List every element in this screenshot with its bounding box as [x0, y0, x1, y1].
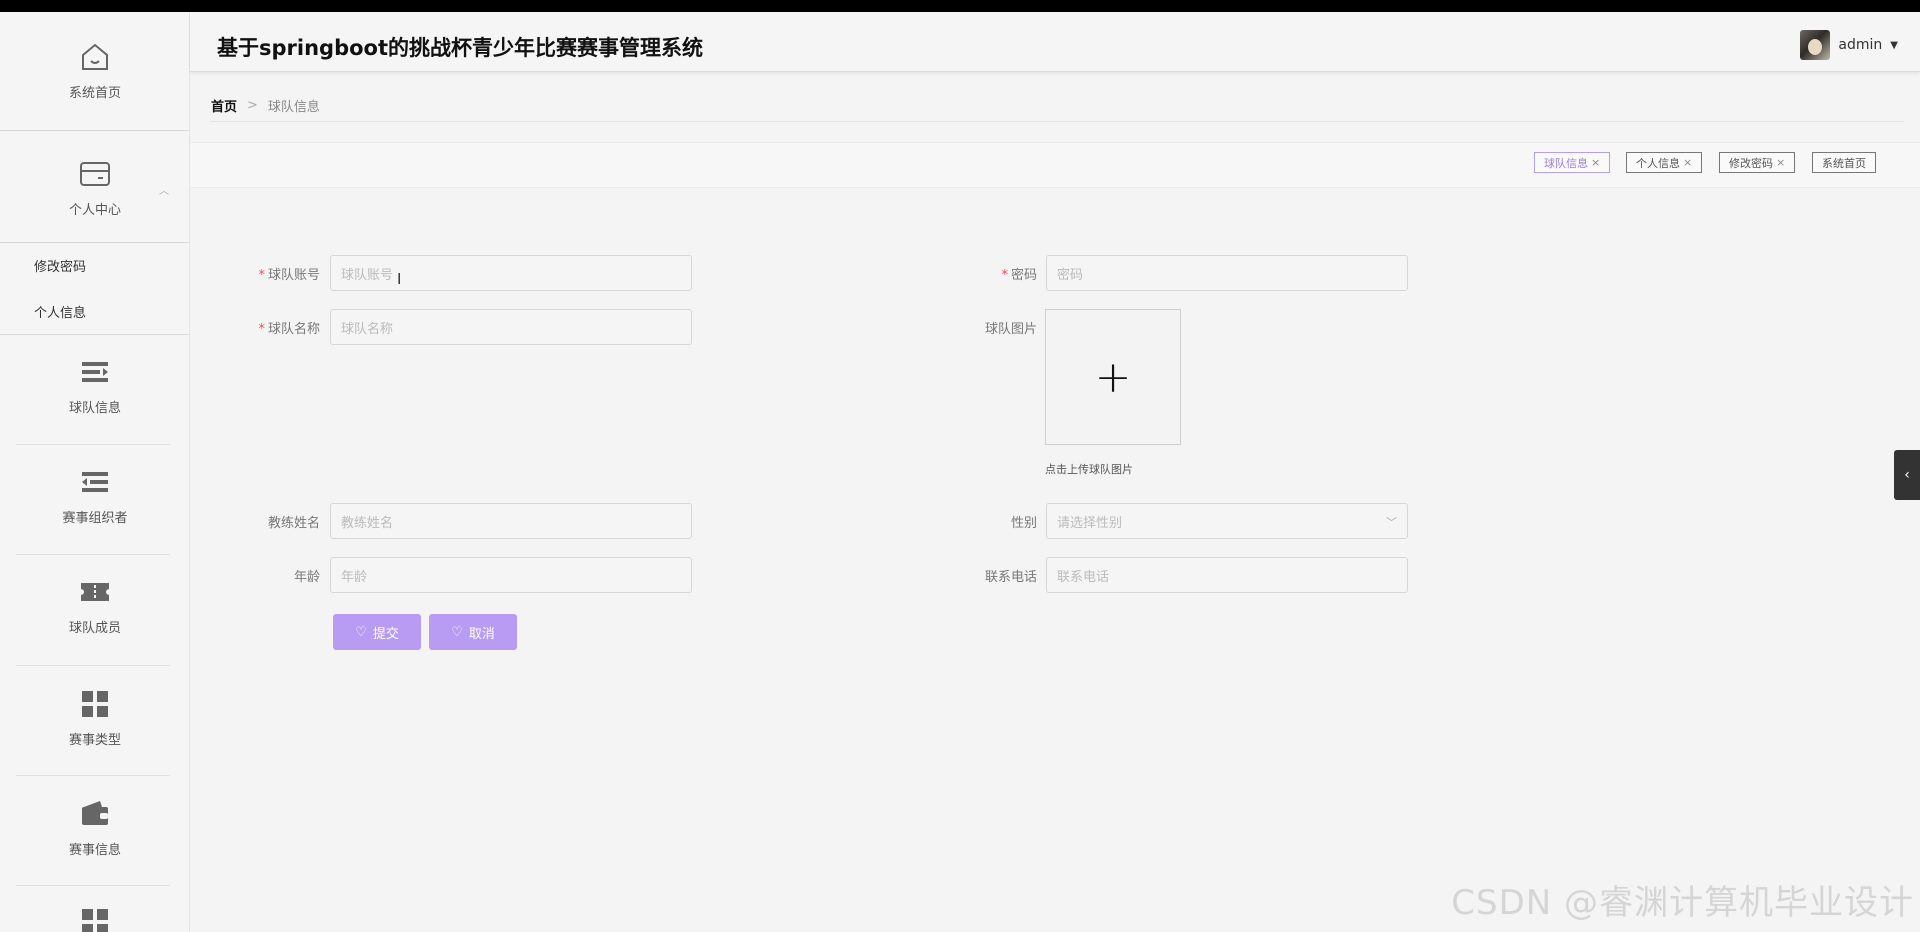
divider	[0, 130, 189, 131]
password-label: * 密码	[1001, 268, 1037, 283]
divider	[16, 444, 170, 445]
team-image-label: 球队图片	[984, 322, 1037, 337]
coach-name-label: 教练姓名	[267, 516, 320, 531]
tag-system-home[interactable]: 系统首页	[1812, 152, 1876, 173]
heart-icon: ♡	[451, 624, 463, 640]
sidebar-subitem-change-password[interactable]: 修改密码	[34, 256, 86, 275]
breadcrumb-current: 球队信息	[267, 100, 320, 115]
plus-icon: +	[1094, 351, 1132, 403]
gender-label: 性别	[1010, 516, 1037, 531]
sidebar-item-event-info[interactable]: 赛事信息	[0, 797, 189, 858]
watermark: CSDN @睿渊计算机毕业设计	[1451, 883, 1914, 923]
wallet-filled-icon	[82, 801, 108, 825]
list-outdent-icon	[82, 472, 108, 492]
divider	[16, 665, 170, 666]
username: admin	[1838, 37, 1883, 53]
upload-tip: 点击上传球队图片	[1045, 463, 1133, 476]
sidebar-item-organizer[interactable]: 赛事组织者	[0, 465, 189, 526]
sidebar-item-label: 赛事组织者	[62, 511, 128, 526]
tag-profile[interactable]: 个人信息 ×	[1626, 152, 1703, 173]
tag-change-password[interactable]: 修改密码 ×	[1719, 152, 1796, 173]
tag-label: 球队信息	[1544, 156, 1588, 170]
chevron-down-icon: ﹀	[1386, 516, 1397, 529]
sidebar-item-label: 球队信息	[68, 401, 121, 416]
sidebar-item-team-members[interactable]: 球队成员	[0, 575, 189, 636]
divider	[16, 554, 170, 555]
sidebar-item-label: 系统首页	[68, 86, 121, 101]
age-label: 年龄	[293, 570, 320, 585]
tags-bar: 球队信息 × 个人信息 × 修改密码 × 系统首页	[190, 142, 1920, 188]
breadcrumb-separator: >	[247, 98, 258, 113]
chevron-left-icon: ‹	[1904, 467, 1910, 483]
sidebar-item-team-info[interactable]: 球队信息	[0, 355, 189, 416]
caret-down-icon: ▼	[1890, 39, 1898, 51]
tag-label: 系统首页	[1822, 156, 1866, 170]
sidebar-subitem-profile[interactable]: 个人信息	[34, 302, 86, 321]
team-name-label: * 球队名称	[258, 322, 320, 337]
ticket-icon	[81, 583, 109, 601]
divider	[210, 121, 1904, 122]
heart-icon: ♡	[355, 624, 367, 640]
tag-label: 个人信息	[1636, 156, 1680, 170]
sidebar-item-label: 赛事类型	[68, 733, 121, 748]
team-name-input[interactable]: 球队名称	[330, 309, 692, 345]
team-account-label: * 球队账号	[258, 268, 320, 283]
sidebar-item-label: 赛事信息	[68, 843, 121, 858]
breadcrumb: 首页 > 球队信息	[211, 96, 320, 115]
image-upload-button[interactable]: +	[1045, 309, 1181, 445]
collapse-handle[interactable]: ‹	[1894, 450, 1920, 500]
breadcrumb-home[interactable]: 首页	[211, 96, 237, 115]
sidebar-item-event-type[interactable]: 赛事类型	[0, 687, 189, 748]
home-icon	[82, 43, 108, 70]
tag-team-info[interactable]: 球队信息 ×	[1534, 152, 1611, 173]
team-account-input[interactable]: 球队账号	[330, 255, 692, 291]
password-input[interactable]: 密码	[1046, 255, 1408, 291]
sidebar-item-label: 球队成员	[68, 621, 121, 636]
tag-label: 修改密码	[1729, 156, 1773, 170]
close-icon[interactable]: ×	[1683, 156, 1692, 169]
gender-select[interactable]: 请选择性别 ﹀	[1046, 503, 1408, 539]
divider	[16, 885, 170, 886]
submit-button[interactable]: ♡ 提交	[333, 614, 421, 650]
cancel-button[interactable]: ♡ 取消	[429, 614, 517, 650]
divider	[0, 334, 189, 335]
sidebar-item-more[interactable]	[0, 905, 189, 932]
app-title: 基于springboot的挑战杯青少年比赛赛事管理系统	[217, 36, 703, 60]
chevron-up-icon[interactable]: ︿	[159, 182, 169, 197]
sidebar-item-label: 个人中心	[68, 203, 121, 218]
divider	[16, 775, 170, 776]
coach-name-input[interactable]: 教练姓名	[330, 503, 692, 539]
sidebar: 系统首页 个人中心 ︿ 修改密码 个人信息 球队信息 赛事组织者 球队成员 赛事…	[0, 12, 190, 932]
user-menu[interactable]: admin ▼	[1800, 30, 1898, 60]
phone-label: 联系电话	[984, 570, 1037, 585]
age-input[interactable]: 年龄	[330, 557, 692, 593]
phone-input[interactable]: 联系电话	[1046, 557, 1408, 593]
close-icon[interactable]: ×	[1591, 156, 1600, 169]
grid-icon	[82, 909, 108, 932]
text-cursor-icon: I	[397, 270, 402, 288]
wallet-icon	[80, 162, 110, 186]
top-header: 基于springboot的挑战杯青少年比赛赛事管理系统 admin ▼	[190, 12, 1920, 72]
top-black-bar	[0, 0, 1920, 12]
list-indent-icon	[82, 362, 108, 382]
sidebar-item-home[interactable]: 系统首页	[0, 40, 189, 101]
divider	[0, 242, 189, 243]
avatar	[1800, 30, 1831, 60]
grid-icon	[82, 691, 108, 717]
close-icon[interactable]: ×	[1776, 156, 1785, 169]
